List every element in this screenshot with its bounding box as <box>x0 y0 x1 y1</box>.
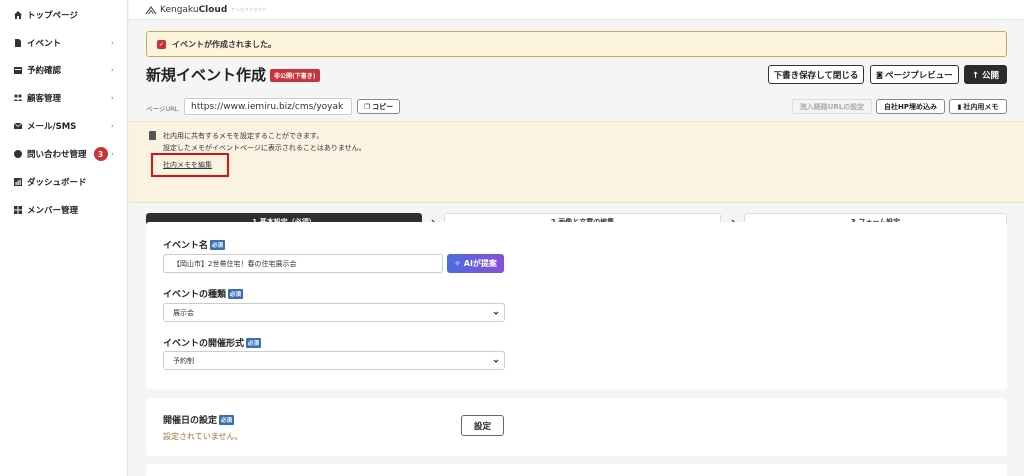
document-icon: ▮ <box>957 102 962 111</box>
top-header: KengakuCloud ケンガククラウド <box>129 0 1024 20</box>
embed-website-button[interactable]: 自社HP埋め込み <box>876 99 945 114</box>
chat-icon <box>13 149 23 159</box>
event-name-input[interactable]: 【岡山市】2世帯住宅！春の住宅展示会 <box>163 254 443 273</box>
chevron-down-icon <box>493 359 499 363</box>
sidebar-item-dashboard[interactable]: ダッシュボード <box>0 172 128 192</box>
sparkle-icon: ✧ <box>454 259 461 268</box>
sidebar-item-mail[interactable]: メール/SMS › <box>0 116 128 136</box>
sidebar-item-label: トップページ <box>27 11 78 21</box>
ai-suggest-label: AIが提案 <box>463 259 497 268</box>
mail-icon <box>13 121 23 131</box>
sidebar-item-label: メール/SMS <box>27 122 77 132</box>
preview-icon: ◙ <box>876 70 883 79</box>
chart-icon <box>13 177 23 187</box>
logo-icon <box>145 5 157 14</box>
users-icon <box>13 93 23 103</box>
schedule-status: 設定されていません。 <box>163 432 243 441</box>
ai-suggest-button[interactable]: ✧ AIが提案 <box>447 254 504 273</box>
internal-memo-button[interactable]: ▮ 社内用メモ <box>949 99 1007 114</box>
sidebar-item-customers[interactable]: 顧客管理 › <box>0 88 128 108</box>
sidebar-item-label: 予約確認 <box>27 66 62 76</box>
chevron-right-icon: › <box>111 122 114 130</box>
sidebar-item-label: 顧客管理 <box>27 94 62 104</box>
schedule-settings-button[interactable]: 設定 <box>461 415 504 436</box>
alert-message: イベントが作成されました。 <box>172 39 276 49</box>
brand-logo: KengakuCloud <box>160 4 228 15</box>
required-badge: 必須 <box>210 239 226 250</box>
sidebar-item-label: 問い合わせ管理 <box>27 150 87 160</box>
event-type-label: イベントの種類 必須 <box>163 288 244 300</box>
page-url-label: ページURL <box>146 105 179 113</box>
sidebar-item-reservation[interactable]: 予約確認 › <box>0 60 128 80</box>
sidebar-item-label: イベント <box>27 39 62 49</box>
event-type-select[interactable]: 展示会 <box>163 303 505 322</box>
brand-subtitle: ケンガククラウド <box>231 6 268 12</box>
internal-memo-panel: 社内用に共有するメモを設定することができます。 設定したメモがイベントページに表… <box>129 121 1024 203</box>
sidebar: トップページ イベント › 予約確認 › 顧客管理 › メール/SMS › 問い… <box>0 0 128 476</box>
page-title: 新規イベント作成 <box>146 66 267 84</box>
event-format-label: イベントの開催形式 必須 <box>163 337 262 349</box>
next-section-card <box>146 464 1007 476</box>
chevron-down-icon <box>493 311 499 315</box>
memo-description-line-2: 設定したメモがイベントページに表示されることはありません。 <box>163 144 366 152</box>
schedule-label: 開催日の設定 必須 <box>163 414 235 426</box>
success-alert: ✓ イベントが作成されました。 <box>146 31 1007 57</box>
basic-settings-card: イベント名 必須 【岡山市】2世帯住宅！春の住宅展示会 ✧ AIが提案 イベントの… <box>146 222 1007 389</box>
status-badge: 非公開(下書き) <box>270 69 320 82</box>
required-badge: 必須 <box>228 288 244 299</box>
sidebar-item-inquiries[interactable]: 問い合わせ管理 3 › <box>0 144 128 164</box>
inflow-url-settings-button[interactable]: 流入経路URLの設定 <box>792 99 872 114</box>
event-type-value: 展示会 <box>173 308 194 317</box>
chevron-right-icon: › <box>111 66 114 74</box>
chevron-right-icon: › <box>111 94 114 102</box>
memo-label: 社内用メモ <box>963 102 999 111</box>
page-preview-button[interactable]: ◙ ページプレビュー <box>870 65 959 84</box>
shield-icon: ✓ <box>157 39 166 49</box>
preview-label: ページプレビュー <box>884 70 953 81</box>
schedule-card: 開催日の設定 必須 設定されていません。 設定 <box>146 398 1007 456</box>
document-icon <box>13 38 23 48</box>
copy-icon: ❐ <box>363 102 371 111</box>
home-icon <box>13 10 23 20</box>
event-format-value: 予約制 <box>173 356 194 365</box>
sidebar-item-label: メンバー管理 <box>27 206 79 216</box>
calendar-icon <box>13 65 23 75</box>
document-icon <box>149 131 156 140</box>
sidebar-item-top[interactable]: トップページ <box>0 5 128 25</box>
event-format-select[interactable]: 予約制 <box>163 351 505 370</box>
event-name-label: イベント名 必須 <box>163 239 226 251</box>
memo-description-line-1: 社内用に共有するメモを設定することができます。 <box>163 132 324 140</box>
copy-url-button[interactable]: ❐ コピー <box>357 99 400 114</box>
grid-icon <box>13 205 23 215</box>
required-badge: 必須 <box>219 414 235 425</box>
sidebar-item-event[interactable]: イベント › <box>0 33 128 53</box>
inquiry-count-badge: 3 <box>93 147 108 161</box>
save-draft-close-button[interactable]: 下書き保存して閉じる <box>768 65 864 84</box>
required-badge: 必須 <box>246 337 262 348</box>
copy-label: コピー <box>372 102 394 111</box>
sidebar-item-label: ダッシュボード <box>27 178 87 188</box>
chevron-right-icon: › <box>111 150 114 158</box>
page-url-field[interactable]: https://www.iemiru.biz/cms/yoyak <box>184 98 352 115</box>
edit-memo-link[interactable]: 社内メモを編集 <box>163 160 212 170</box>
sidebar-item-members[interactable]: メンバー管理 <box>0 200 128 220</box>
publish-button[interactable]: ↑ 公開 <box>964 65 1007 84</box>
chevron-right-icon: › <box>111 39 114 47</box>
main-content: ✓ イベントが作成されました。 新規イベント作成 非公開(下書き) 下書き保存し… <box>129 20 1024 476</box>
